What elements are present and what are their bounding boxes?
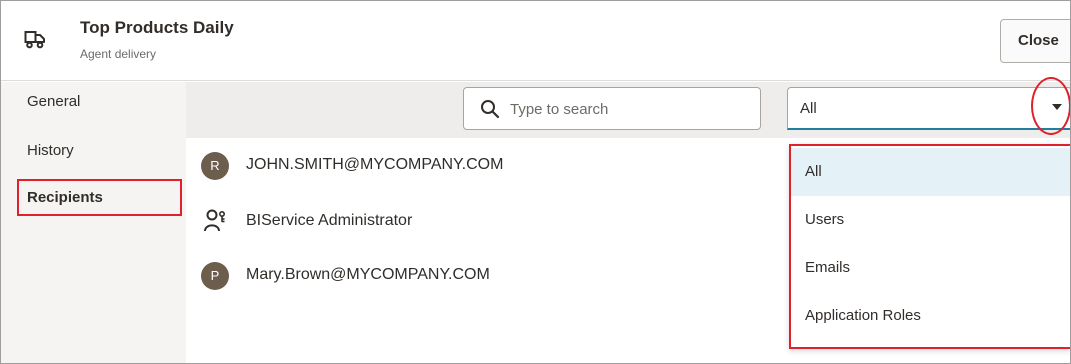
select-value: All [800, 100, 817, 117]
dialog-header: Top Products Daily Agent delivery Close [1, 1, 1070, 81]
search-icon [481, 100, 500, 119]
option-all[interactable]: All [791, 148, 1070, 196]
nav-item-general[interactable]: General [1, 82, 186, 122]
recipients-highlight-box [17, 179, 182, 216]
avatar: P [201, 262, 229, 290]
option-application-roles[interactable]: Application Roles [791, 292, 1070, 340]
recipient-type-dropdown: All Users Emails Application Roles [789, 144, 1070, 349]
option-emails[interactable]: Emails [791, 244, 1070, 292]
page-title: Top Products Daily [80, 18, 234, 37]
recipient-type-select[interactable]: All [787, 87, 1070, 130]
nav-item-history[interactable]: History [1, 131, 186, 171]
dropdown-toggle-highlight [1031, 77, 1070, 135]
agent-dialog: Top Products Daily Agent delivery Close … [0, 0, 1071, 364]
option-users[interactable]: Users [791, 196, 1070, 244]
application-role-icon [204, 209, 225, 232]
close-button[interactable]: Close [1000, 19, 1070, 63]
page-subtitle: Agent delivery [80, 47, 157, 61]
recipient-label: Mary.Brown@MYCOMPANY.COM [246, 266, 490, 283]
search-input[interactable] [510, 96, 750, 122]
truck-icon [24, 31, 45, 49]
avatar: R [201, 152, 229, 180]
side-navigation [1, 82, 186, 363]
search-box[interactable] [463, 87, 761, 130]
recipient-label: BIService Administrator [246, 212, 413, 229]
recipient-label: JOHN.SMITH@MYCOMPANY.COM [246, 156, 504, 173]
